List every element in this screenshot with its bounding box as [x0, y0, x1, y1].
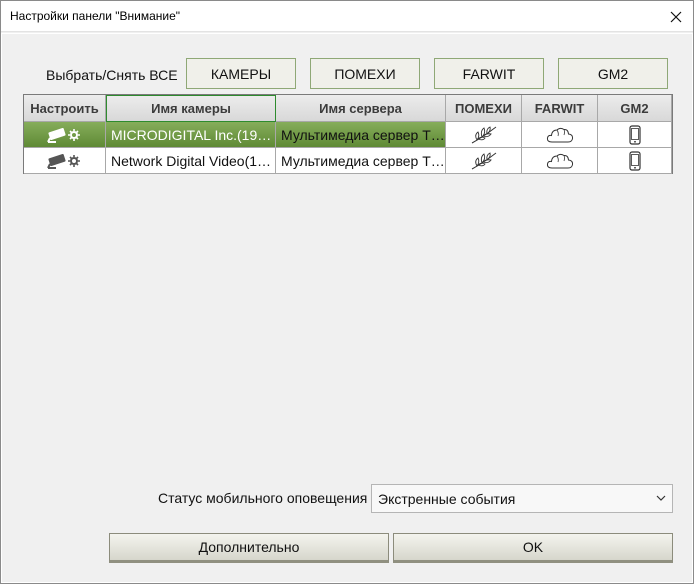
- advanced-button[interactable]: Дополнительно: [109, 533, 389, 563]
- column-header-gm2[interactable]: GM2: [598, 95, 672, 122]
- camera-name: Network Digital Video(192.168.1.101): [111, 152, 275, 169]
- farwit-toggle[interactable]: [522, 122, 598, 148]
- camera-settings-icon: [46, 127, 80, 143]
- mobile-status-select[interactable]: Экстренные события: [371, 484, 673, 513]
- camera-name-cell[interactable]: Network Digital Video(192.168.1.101): [106, 148, 276, 174]
- camera-name-cell[interactable]: MICRODIGITAL Inc.(192.168.1.100): [106, 122, 276, 148]
- camera-grid: Настроить Имя камеры Имя сервера ПОМЕХИ …: [23, 94, 673, 174]
- interference-toggle[interactable]: [446, 122, 522, 148]
- chevron-down-icon: [656, 495, 666, 501]
- toggle-interference-button[interactable]: ПОМЕХИ: [310, 58, 420, 89]
- leaf-icon: [471, 125, 496, 143]
- toggle-farwit-button[interactable]: FARWIT: [434, 58, 544, 89]
- column-header-farwit[interactable]: FARWIT: [522, 95, 598, 122]
- title-bar: Настройки панели "Внимание": [1, 1, 693, 32]
- cloud-icon: [546, 127, 573, 142]
- gm2-toggle[interactable]: [598, 148, 672, 174]
- window-title: Настройки панели "Внимание": [10, 9, 181, 23]
- mobile-phone-icon: [628, 150, 641, 171]
- select-all-label: Выбрать/Снять ВСЕ: [46, 67, 178, 83]
- toggle-gm2-button[interactable]: GM2: [558, 58, 668, 89]
- configure-cell[interactable]: [24, 122, 106, 148]
- column-header-server-name[interactable]: Имя сервера: [276, 95, 446, 122]
- gm2-toggle[interactable]: [598, 122, 672, 148]
- camera-name: MICRODIGITAL Inc.(192.168.1.100): [111, 126, 275, 143]
- server-name: Мультимедиа сервер TRASSIR: [281, 152, 445, 169]
- mobile-status-label: Статус мобильного оповещения: [158, 490, 368, 506]
- server-name: Мультимедиа сервер TRASSIR: [281, 126, 445, 143]
- leaf-icon: [471, 151, 496, 169]
- server-name-cell[interactable]: Мультимедиа сервер TRASSIR: [276, 148, 446, 174]
- cloud-icon: [546, 153, 573, 168]
- toggle-cameras-button[interactable]: КАМЕРЫ: [186, 58, 296, 89]
- dialog-body: Выбрать/Снять ВСЕ КАМЕРЫ ПОМЕХИ FARWIT G…: [1, 33, 693, 583]
- close-icon: [670, 11, 682, 22]
- close-button[interactable]: [659, 1, 693, 32]
- farwit-toggle[interactable]: [522, 148, 598, 174]
- server-name-cell[interactable]: Мультимедиа сервер TRASSIR: [276, 122, 446, 148]
- column-header-configure[interactable]: Настроить: [24, 95, 106, 122]
- column-header-interference[interactable]: ПОМЕХИ: [446, 95, 522, 122]
- ok-button[interactable]: OK: [393, 533, 673, 563]
- mobile-status-value: Экстренные события: [378, 490, 516, 507]
- interference-toggle[interactable]: [446, 148, 522, 174]
- settings-dialog: Настройки панели "Внимание" Выбрать/Снят…: [0, 0, 694, 584]
- camera-settings-icon: [46, 153, 80, 169]
- configure-cell[interactable]: [24, 148, 106, 174]
- mobile-phone-icon: [628, 124, 641, 145]
- column-header-camera-name[interactable]: Имя камеры: [106, 95, 276, 122]
